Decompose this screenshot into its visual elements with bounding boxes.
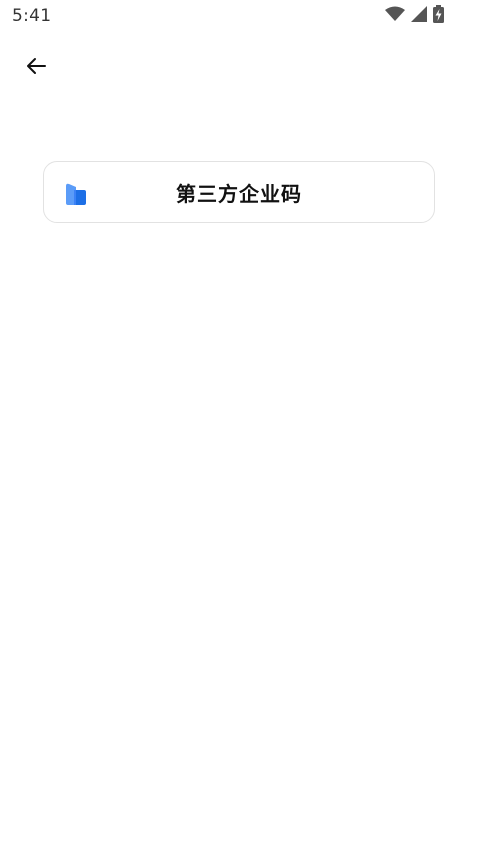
status-time: 5:41 <box>12 6 52 26</box>
arrow-left-icon <box>24 54 48 82</box>
back-button[interactable] <box>20 52 52 84</box>
option-label: 第三方企业码 <box>176 181 302 206</box>
cellular-signal-icon <box>411 6 427 26</box>
wifi-icon <box>385 6 405 26</box>
battery-charging-icon <box>433 5 444 27</box>
status-bar: 5:41 <box>0 0 480 32</box>
status-icons <box>385 5 444 27</box>
third-party-enterprise-code-option[interactable]: 第三方企业码 <box>43 161 435 223</box>
